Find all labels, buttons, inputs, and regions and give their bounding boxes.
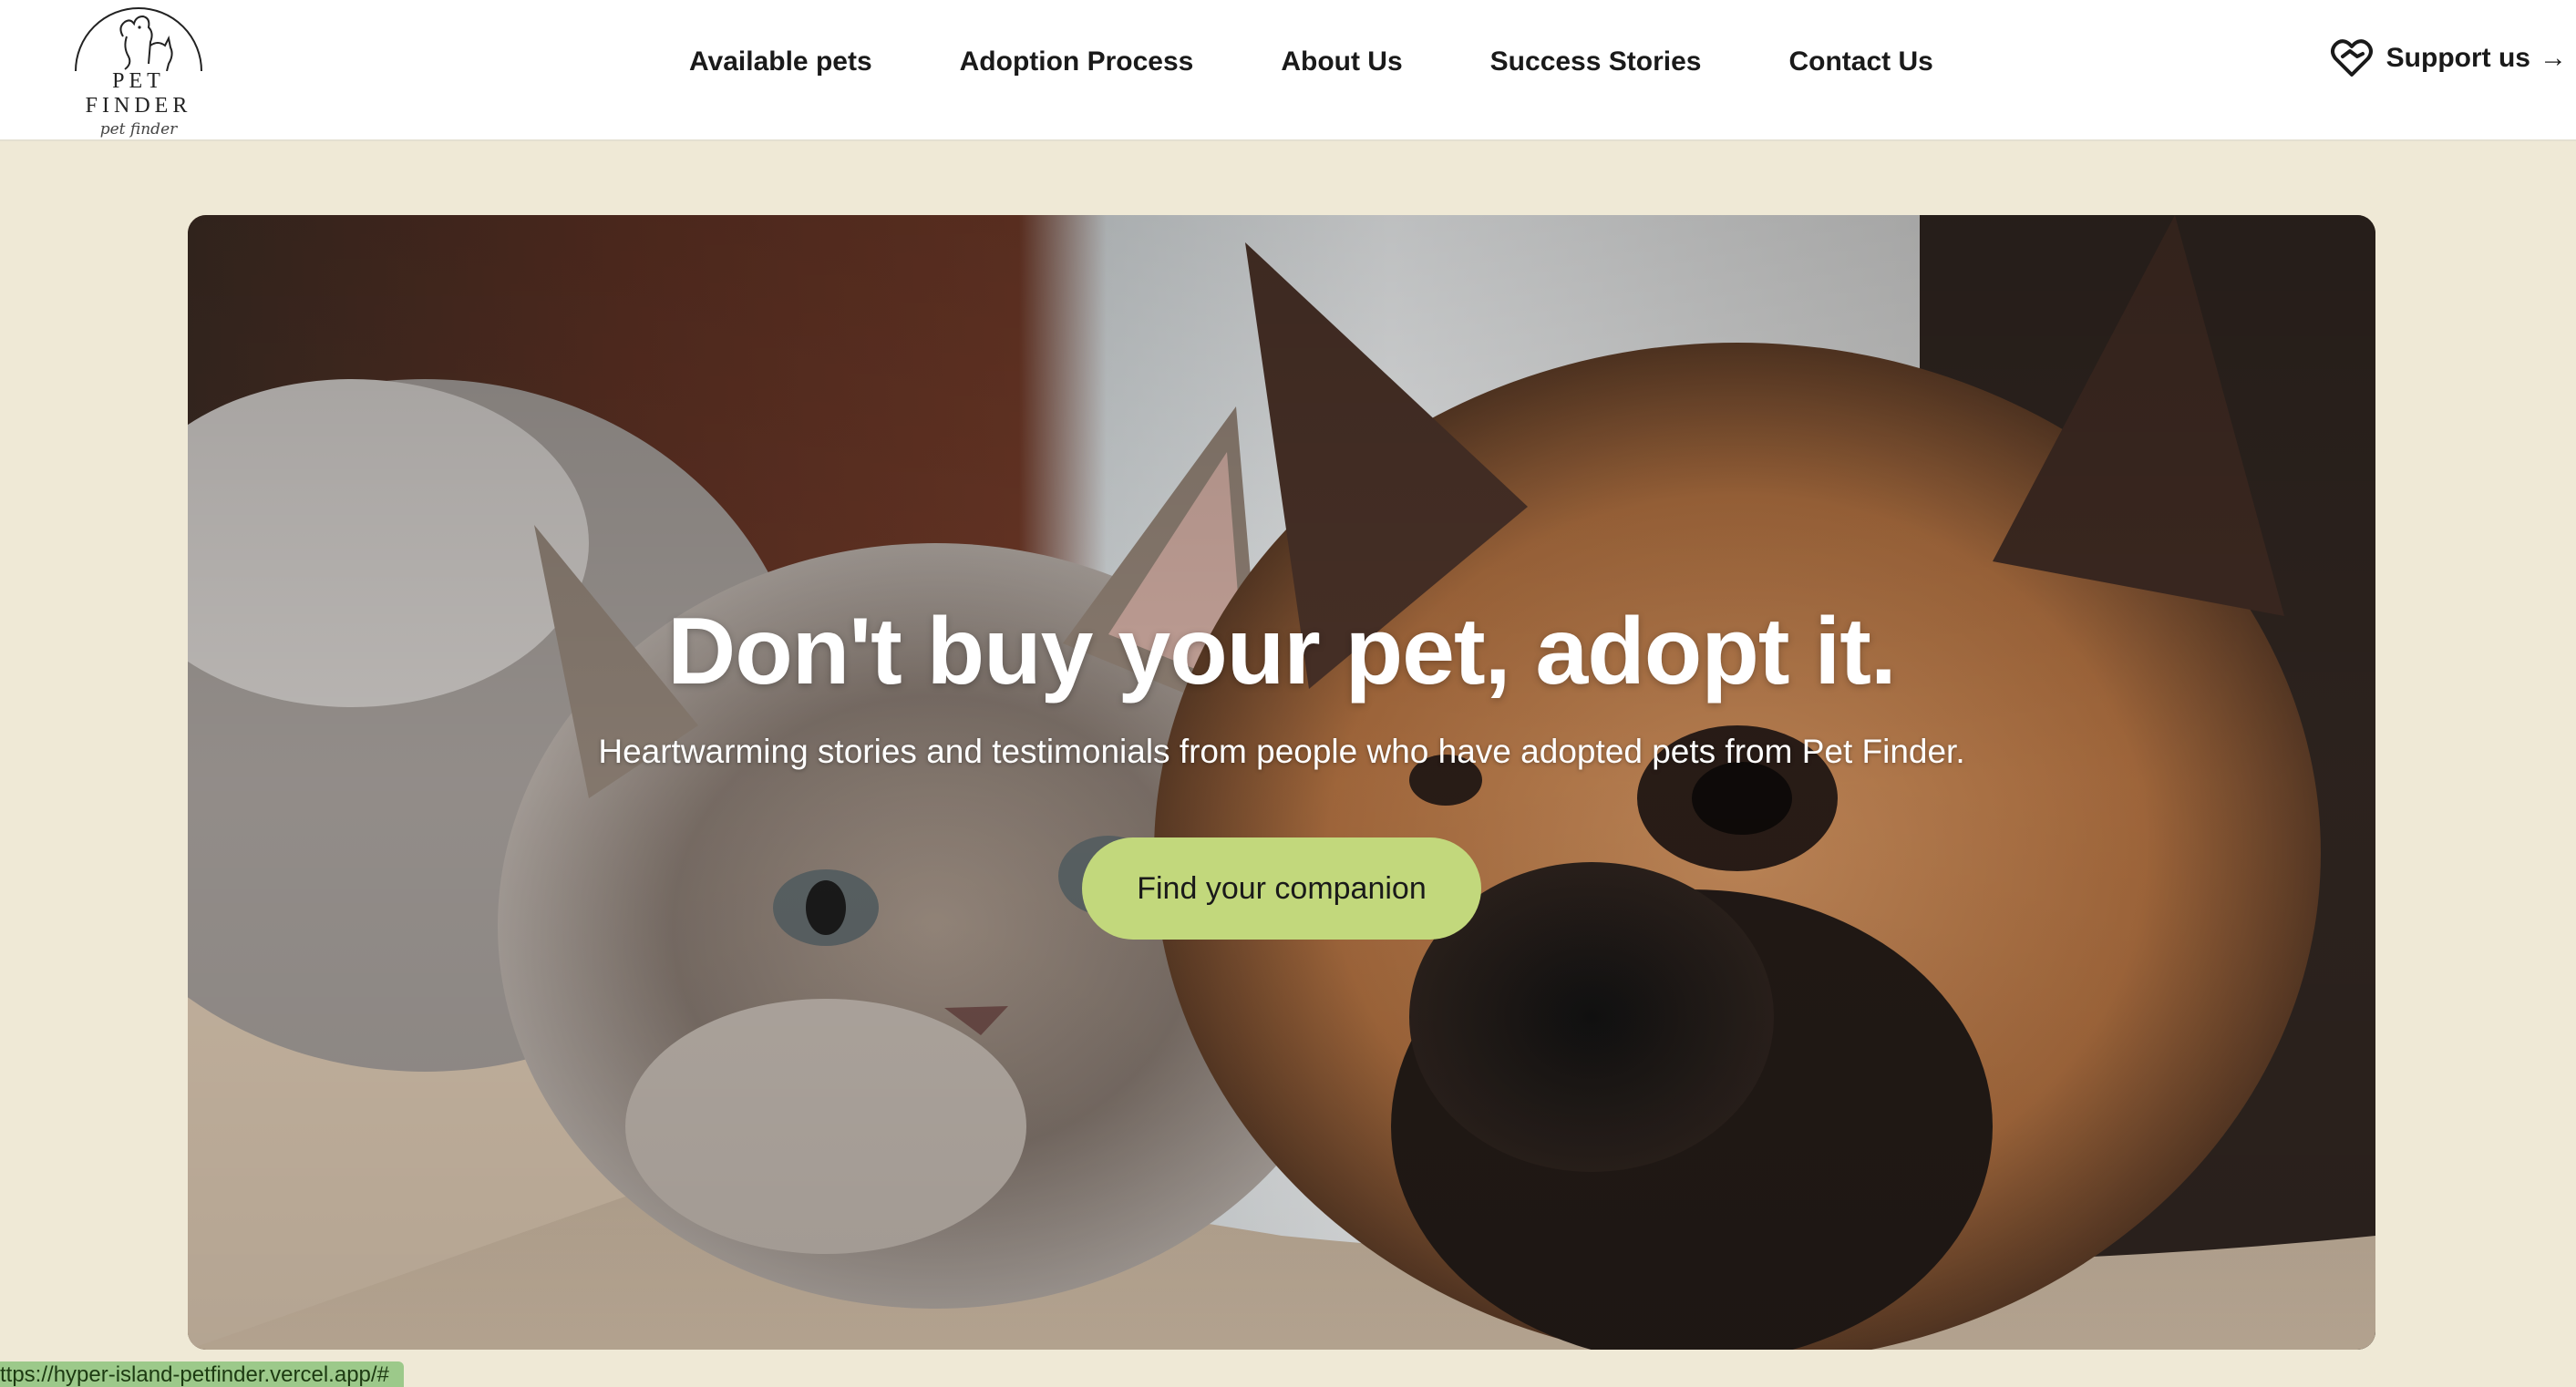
- status-bar-url: ttps://hyper-island-petfinder.vercel.app…: [0, 1361, 404, 1387]
- logo-subtitle: pet finder: [99, 120, 178, 139]
- main-nav: Available pets Adoption Process About Us…: [689, 40, 1977, 84]
- hero-content: Don't buy your pet, adopt it. Heartwarmi…: [188, 215, 2375, 1350]
- logo[interactable]: PET FINDER pet finder: [57, 0, 221, 139]
- hero-title: Don't buy your pet, adopt it.: [667, 599, 1897, 704]
- support-us-label: Support us: [2385, 43, 2530, 73]
- arrow-right-icon: →: [2540, 43, 2567, 73]
- nav-success-stories[interactable]: Success Stories: [1447, 40, 1746, 84]
- nav-available-pets[interactable]: Available pets: [689, 40, 916, 84]
- hero-banner: Don't buy your pet, adopt it. Heartwarmi…: [188, 215, 2375, 1350]
- nav-adoption-process[interactable]: Adoption Process: [916, 40, 1238, 84]
- support-us-link[interactable]: Support us →: [2330, 38, 2567, 78]
- nav-about-us[interactable]: About Us: [1237, 40, 1446, 84]
- find-companion-button[interactable]: Find your companion: [1082, 837, 1481, 940]
- heart-handshake-icon: [2330, 39, 2373, 77]
- nav-contact-us[interactable]: Contact Us: [1745, 40, 1976, 84]
- hero-subtitle: Heartwarming stories and testimonials fr…: [598, 733, 1965, 770]
- site-header: PET FINDER pet finder Available pets Ado…: [0, 0, 2576, 141]
- logo-title: PET FINDER: [85, 69, 192, 118]
- pet-logo-icon: [75, 7, 202, 71]
